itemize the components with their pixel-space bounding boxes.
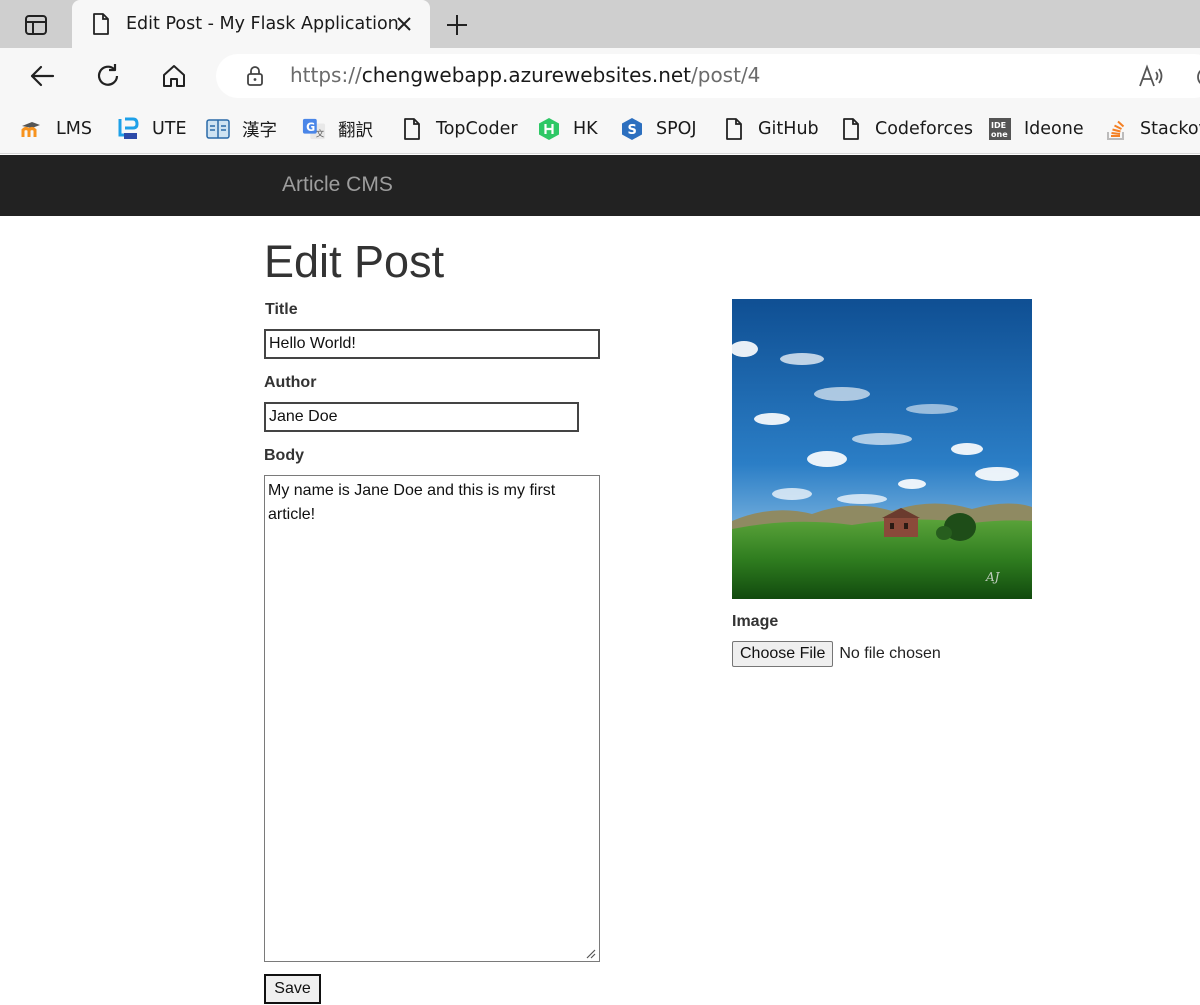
bookmark-ute[interactable]: UTE	[116, 114, 187, 144]
bookmark-label: UTE	[152, 119, 187, 139]
bookmark-github[interactable]: GitHub	[722, 114, 819, 144]
title-field[interactable]	[264, 329, 600, 359]
home-icon[interactable]	[158, 60, 190, 92]
page-icon	[839, 117, 863, 141]
bookmark-label: Codeforces	[875, 119, 973, 139]
bookmarks-bar: LMS UTE 漢字 G文 翻訳 TopCoder HK S SPOJ GitH…	[0, 104, 1200, 154]
page-icon	[722, 117, 746, 141]
svg-text:S: S	[628, 123, 637, 138]
bookmark-label: GitHub	[758, 119, 819, 139]
refresh-icon[interactable]	[92, 60, 124, 92]
close-tab-icon[interactable]	[394, 14, 414, 34]
back-icon[interactable]	[26, 60, 58, 92]
moodle-icon	[20, 117, 44, 141]
bookmark-ideone[interactable]: IDE one Ideone	[988, 114, 1084, 144]
bookmark-lms[interactable]: LMS	[20, 114, 92, 144]
url-scheme: https://	[290, 63, 362, 87]
bookmark-codeforces[interactable]: Codeforces	[839, 114, 973, 144]
bookmark-label: HK	[573, 119, 598, 139]
url-path: /post/4	[691, 63, 761, 87]
bookmark-stackoverflow[interactable]: Stackov	[1104, 114, 1200, 144]
site-navbar: Article CMS	[0, 155, 1200, 216]
body-label: Body	[264, 447, 304, 464]
url-text: https://chengwebapp.azurewebsites.net/po…	[290, 63, 760, 87]
post-image: AJ	[730, 299, 1032, 599]
bookmark-label: TopCoder	[436, 119, 518, 139]
image-label: Image	[732, 613, 779, 630]
ute-icon	[116, 117, 140, 141]
svg-text:AJ: AJ	[985, 570, 1001, 584]
kanji-dictionary-icon	[206, 117, 230, 141]
spoj-icon: S	[620, 117, 644, 141]
bookmark-topcoder[interactable]: TopCoder	[400, 114, 518, 144]
extension-icon[interactable]	[1194, 64, 1200, 90]
bookmark-label: SPOJ	[656, 119, 697, 139]
ideone-icon: IDE one	[988, 117, 1012, 141]
bookmark-spoj[interactable]: S SPOJ	[620, 114, 697, 144]
bookmark-hk[interactable]: HK	[537, 114, 598, 144]
svg-text:IDE: IDE	[991, 121, 1006, 130]
svg-text:one: one	[991, 130, 1008, 139]
browser-toolbar: https://chengwebapp.azurewebsites.net/po…	[0, 48, 1200, 104]
navbar-brand[interactable]: Article CMS	[282, 173, 393, 197]
resize-grip-icon[interactable]	[584, 946, 596, 959]
translate-icon: G文	[302, 117, 326, 141]
author-label: Author	[264, 374, 317, 391]
bookmark-label: LMS	[56, 119, 92, 139]
read-aloud-icon[interactable]	[1138, 64, 1166, 90]
page-icon	[400, 117, 424, 141]
choose-file-button[interactable]: Choose File	[732, 641, 834, 667]
tab-title: Edit Post - My Flask Application	[126, 14, 399, 34]
bookmark-translate[interactable]: G文 翻訳	[302, 114, 373, 144]
tab-actions-icon[interactable]	[14, 11, 58, 39]
title-label: Title	[265, 301, 298, 318]
bookmark-label: Ideone	[1024, 119, 1084, 139]
new-tab-icon[interactable]	[442, 10, 472, 40]
bookmark-label: 漢字	[242, 120, 277, 141]
url-host: chengwebapp.azurewebsites.net	[361, 63, 692, 87]
body-textarea[interactable]: My name is Jane Doe and this is my first…	[264, 475, 600, 962]
svg-text:G: G	[306, 121, 315, 134]
save-button[interactable]: Save	[264, 974, 321, 1004]
hackerrank-icon	[537, 117, 561, 141]
file-input[interactable]: Choose File No file chosen	[732, 641, 941, 667]
address-bar[interactable]: https://chengwebapp.azurewebsites.net/po…	[216, 54, 1200, 98]
browser-tabstrip: Edit Post - My Flask Application	[0, 0, 1200, 48]
page-title: Edit Post	[264, 236, 445, 287]
active-tab[interactable]: Edit Post - My Flask Application	[72, 0, 430, 48]
bookmark-kanji[interactable]: 漢字	[206, 114, 277, 144]
svg-text:文: 文	[316, 128, 325, 138]
file-status-text: No file chosen	[839, 645, 941, 662]
stackoverflow-icon	[1104, 117, 1128, 141]
lock-icon[interactable]	[244, 65, 266, 87]
bookmark-label: Stackov	[1140, 119, 1200, 139]
bookmark-label: 翻訳	[338, 120, 373, 141]
page-icon	[90, 13, 112, 35]
author-field[interactable]	[264, 402, 579, 432]
